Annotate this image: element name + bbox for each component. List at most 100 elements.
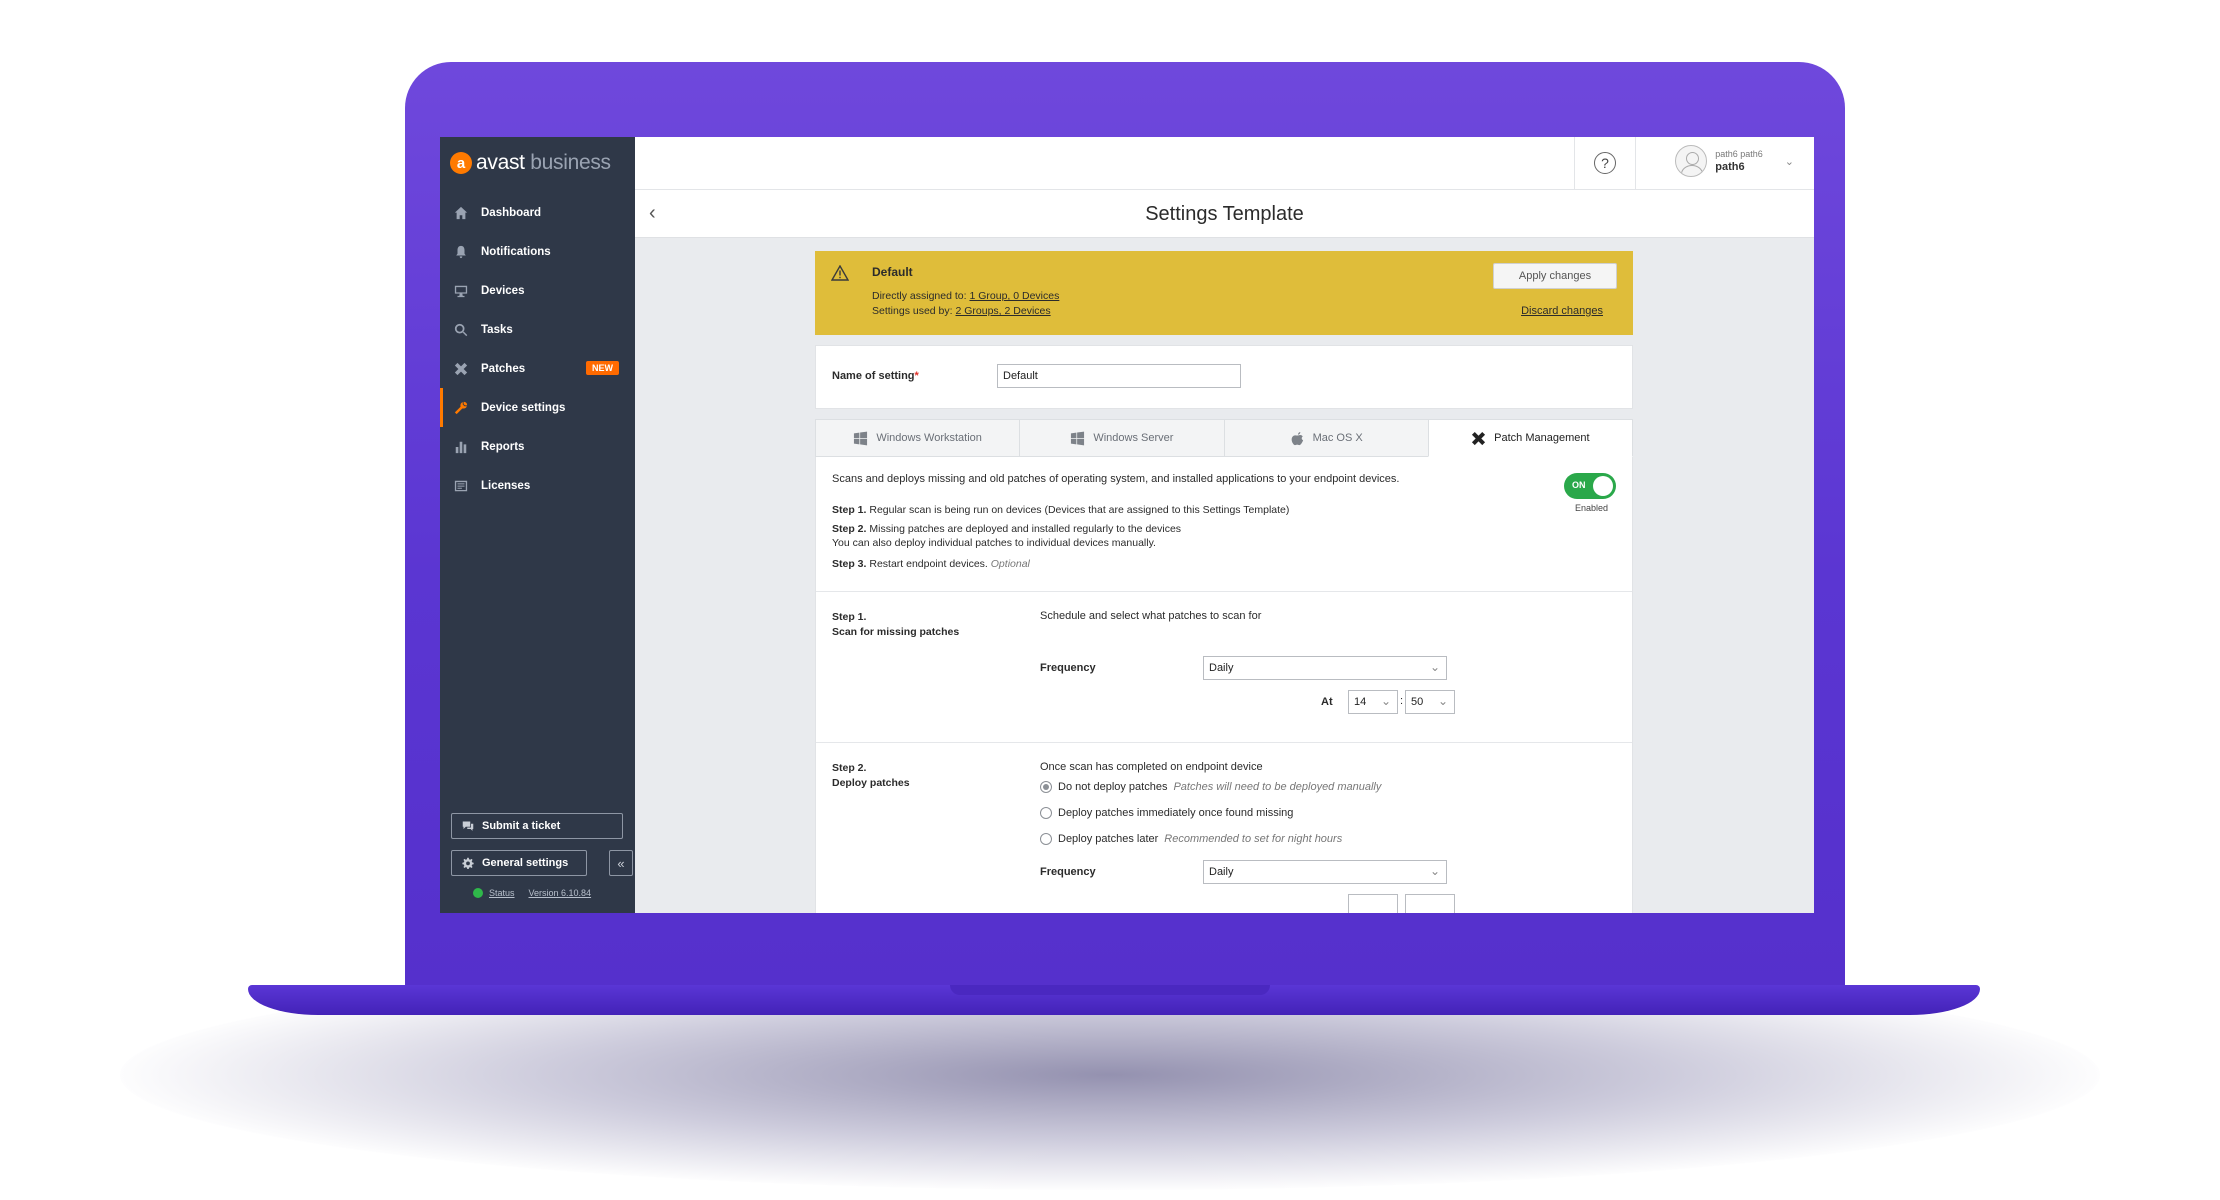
user-menu[interactable]: path6 path6 path6 ⌄ (1675, 145, 1794, 177)
license-icon (453, 478, 469, 494)
step1-title: Step 1. Scan for missing patches (832, 610, 959, 640)
at-label: At (1321, 696, 1333, 708)
step1-description: Schedule and select what patches to scan… (1040, 610, 1262, 622)
collapse-sidebar-button[interactable]: « (609, 850, 633, 876)
sidebar-item-licenses[interactable]: Licenses (440, 466, 635, 505)
time-separator: : (1400, 695, 1404, 707)
page-title: Settings Template (1145, 203, 1304, 225)
scan-frequency-select[interactable]: Daily ⌄ (1203, 656, 1447, 680)
avast-business-logo[interactable]: a avast business (450, 151, 611, 175)
sidebar-item-label: Device settings (481, 401, 566, 414)
new-badge: NEW (586, 361, 619, 375)
avatar (1675, 145, 1708, 177)
main-area: ? path6 path6 path6 ⌄ ‹ Settings Templat… (635, 137, 1814, 913)
radio-hint: Patches will need to be deployed manuall… (1173, 781, 1382, 793)
radio-deploy-immediately[interactable]: Deploy patches immediately once found mi… (1040, 807, 1293, 819)
logo-product: business (530, 151, 611, 174)
bar-chart-icon (453, 439, 469, 455)
sidebar-item-device-settings[interactable]: Device settings (440, 388, 635, 427)
app-screen: a avast business Dashboard Notifications (440, 137, 1814, 913)
status-link[interactable]: Status (489, 888, 515, 898)
radio-label: Deploy patches immediately once found mi… (1058, 807, 1294, 819)
gear-icon (462, 857, 474, 869)
sidebar-item-dashboard[interactable]: Dashboard (440, 193, 635, 232)
chevron-down-icon: ⌄ (1380, 694, 1391, 708)
name-setting-card: Name of setting* Default (815, 345, 1633, 409)
avast-logo-icon: a (450, 152, 472, 174)
sidebar: a avast business Dashboard Notifications (440, 137, 635, 913)
sidebar-item-label: Patches (481, 362, 526, 375)
radio-label: Do not deploy patches (1058, 781, 1168, 793)
patch-icon (453, 361, 469, 377)
tab-windows-workstation[interactable]: Windows Workstation (815, 419, 1020, 457)
intro-description: Scans and deploys missing and old patche… (832, 473, 1400, 485)
intro-step-1: Step 1. Regular scan is being run on dev… (832, 504, 1289, 516)
used-by-line: Settings used by: 2 Groups, 2 Devices (872, 305, 1051, 317)
sidebar-item-reports[interactable]: Reports (440, 427, 635, 466)
intro-step-2-extra: You can also deploy individual patches t… (832, 537, 1156, 549)
sidebar-nav: Dashboard Notifications Devices Tasks Pa… (440, 193, 635, 505)
assigned-line: Directly assigned to: 1 Group, 0 Devices (872, 290, 1059, 302)
select-value: Daily (1209, 866, 1234, 878)
patch-management-toggle[interactable]: ON (1564, 473, 1616, 499)
tab-patch-management[interactable]: Patch Management (1427, 419, 1633, 457)
assigned-link[interactable]: 1 Group, 0 Devices (969, 290, 1059, 302)
windows-icon (1071, 431, 1085, 445)
status-indicator-icon (473, 888, 483, 898)
submit-ticket-button[interactable]: Submit a ticket (451, 813, 623, 839)
hour-select[interactable]: 14 ⌄ (1348, 690, 1398, 714)
step-number: Step 1. (832, 611, 867, 623)
used-by-link[interactable]: 2 Groups, 2 Devices (955, 305, 1050, 317)
deploy-frequency-select[interactable]: Daily ⌄ (1203, 860, 1447, 884)
sidebar-item-patches[interactable]: Patches NEW (440, 349, 635, 388)
tab-windows-server[interactable]: Windows Server (1019, 419, 1224, 457)
general-settings-button[interactable]: General settings (451, 850, 587, 876)
tab-label: Windows Workstation (876, 432, 982, 444)
frequency-label: Frequency (1040, 662, 1096, 674)
required-mark: * (914, 370, 919, 382)
user-name: path6 (1715, 161, 1745, 173)
radio-unchecked-icon (1040, 833, 1052, 845)
tab-mac-os-x[interactable]: Mac OS X (1223, 419, 1428, 457)
minute-select[interactable]: 50 ⌄ (1405, 690, 1455, 714)
sidebar-item-tasks[interactable]: Tasks (440, 310, 635, 349)
used-prefix: Settings used by: (872, 305, 953, 317)
sidebar-item-label: Devices (481, 284, 525, 297)
sidebar-item-label: Dashboard (481, 206, 542, 219)
step2-description: Once scan has completed on endpoint devi… (1040, 761, 1263, 773)
chevron-down-icon: ⌄ (1437, 694, 1448, 708)
setting-name-input[interactable]: Default (997, 364, 1241, 388)
deploy-hour-select[interactable] (1348, 894, 1398, 913)
step-text: Regular scan is being run on devices (De… (869, 504, 1290, 516)
top-bar: ? path6 path6 path6 ⌄ (635, 137, 1814, 190)
name-setting-label: Name of setting* (832, 370, 919, 382)
step2-title: Step 2. Deploy patches (832, 761, 910, 791)
help-icon: ? (1594, 152, 1616, 174)
radio-do-not-deploy[interactable]: Do not deploy patches Patches will need … (1040, 781, 1381, 793)
wrench-icon (453, 400, 469, 416)
sidebar-item-label: Notifications (481, 245, 551, 258)
chat-icon (462, 821, 474, 831)
tab-label: Patch Management (1494, 432, 1590, 444)
bell-icon (453, 244, 469, 260)
sidebar-item-notifications[interactable]: Notifications (440, 232, 635, 271)
sidebar-item-devices[interactable]: Devices (440, 271, 635, 310)
user-full-name: path6 path6 (1715, 149, 1763, 159)
patch-intro: Scans and deploys missing and old patche… (816, 457, 1632, 592)
apple-icon (1291, 431, 1303, 445)
version-link[interactable]: Version 6.10.84 (529, 888, 592, 898)
home-icon (453, 205, 469, 221)
name-label-text: Name of setting (832, 370, 915, 382)
settings-content: Default Directly assigned to: 1 Group, 0… (815, 251, 1633, 913)
status-row: Status Version 6.10.84 (473, 888, 591, 898)
apply-changes-button[interactable]: Apply changes (1493, 263, 1617, 289)
discard-changes-link[interactable]: Discard changes (1521, 305, 1603, 317)
radio-deploy-later[interactable]: Deploy patches later Recommended to set … (1040, 833, 1342, 845)
help-button[interactable]: ? (1574, 137, 1636, 189)
sidebar-item-label: Licenses (481, 479, 531, 492)
deploy-minute-select[interactable] (1405, 894, 1455, 913)
toggle-knob (1593, 476, 1613, 496)
submit-ticket-label: Submit a ticket (482, 820, 561, 832)
logo-brand: avast (476, 151, 525, 174)
intro-step-2: Step 2. Missing patches are deployed and… (832, 523, 1181, 535)
